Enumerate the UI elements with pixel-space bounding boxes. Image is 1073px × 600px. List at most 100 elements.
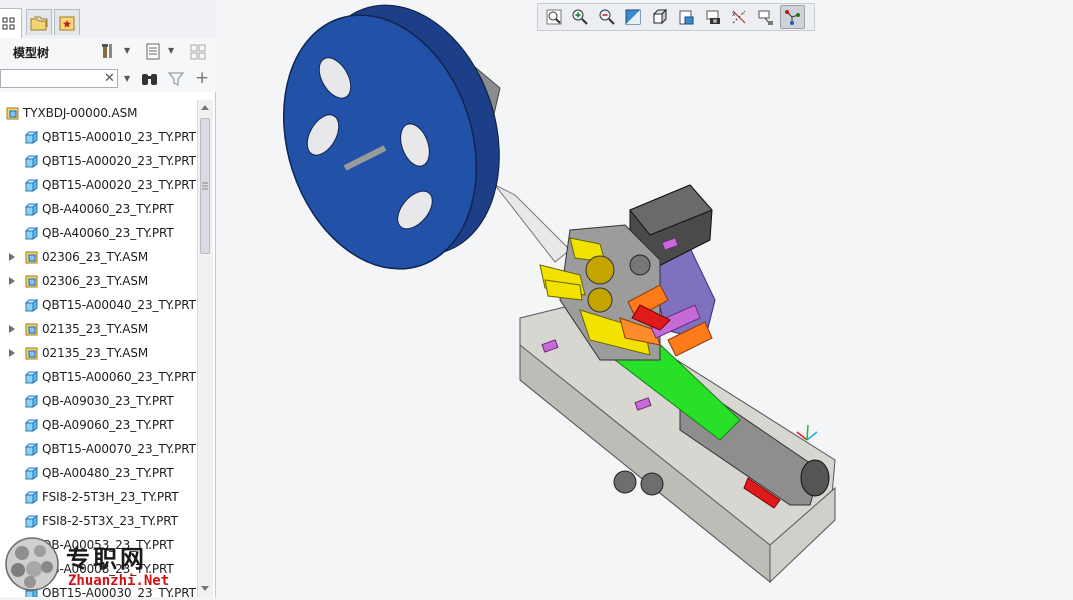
- part-icon: [25, 154, 38, 168]
- find-binoculars-icon[interactable]: [140, 70, 160, 88]
- annotation-icon: [758, 10, 773, 25]
- camera-icon: [706, 10, 720, 24]
- tree-item[interactable]: QB-A09060_23_TY.PRT: [0, 413, 196, 437]
- zoom-fit-icon: [546, 9, 561, 25]
- part-icon: [25, 418, 38, 432]
- settings-dropdown-icon[interactable]: ▼: [124, 46, 130, 55]
- gear: [629, 254, 651, 276]
- tree-item-label: FSI8-2-5T3X_23_TY.PRT: [42, 514, 178, 528]
- filter-icon[interactable]: [167, 70, 185, 88]
- svg-text:x: x: [732, 11, 736, 18]
- view-manager-button[interactable]: [700, 5, 725, 29]
- expand-arrow-icon[interactable]: [9, 349, 15, 357]
- tree-item[interactable]: QBT15-A00040_23_TY.PRT: [0, 293, 196, 317]
- folder-icon: [30, 16, 48, 30]
- part-icon: [25, 178, 38, 192]
- axis-x: [806, 431, 818, 441]
- assembly-icon: [25, 251, 38, 263]
- show-dropdown-icon[interactable]: ▼: [168, 46, 174, 55]
- part-icon: [25, 370, 38, 384]
- saved-views-icon: [679, 10, 694, 25]
- tree-item[interactable]: QBT15-A00020_23_TY.PRT: [0, 173, 196, 197]
- tree-item-label: QBT15-A00010_23_TY.PRT: [42, 130, 196, 144]
- model-tree-panel: 模型树 ▼ ▼ ✕ ▼ + TYXBDJ-00000.ASM QBT15-A000…: [0, 0, 216, 597]
- tree-item[interactable]: TYXBDJ-00000.ASM: [0, 101, 196, 125]
- axis-z: [806, 424, 809, 441]
- search-dropdown-icon[interactable]: ▼: [124, 74, 130, 83]
- gear: [585, 255, 615, 285]
- tree-item-label: 02306_23_TY.ASM: [42, 274, 149, 288]
- zoom-in-button[interactable]: [568, 5, 593, 29]
- watermark-en: Zhuanzhi.Net: [68, 573, 170, 589]
- show-list-icon[interactable]: [144, 42, 164, 62]
- tab-favorites[interactable]: [54, 9, 80, 35]
- tree-item-label: QBT15-A00060_23_TY.PRT: [42, 370, 196, 384]
- tree-item[interactable]: 02306_23_TY.ASM: [0, 245, 196, 269]
- tree-item-label: 02135_23_TY.ASM: [42, 346, 149, 360]
- tree-item[interactable]: QB-A00480_23_TY.PRT: [0, 461, 196, 485]
- part-icon: [25, 298, 38, 312]
- add-icon[interactable]: +: [195, 68, 209, 88]
- watermark-logo-icon: [5, 537, 59, 591]
- zoom-out-button[interactable]: [594, 5, 619, 29]
- part-icon: [25, 394, 38, 408]
- display-style-button[interactable]: [647, 5, 672, 29]
- datum-display-button[interactable]: x *: [727, 5, 752, 29]
- scroll-up-icon[interactable]: [201, 105, 209, 110]
- scroll-thumb[interactable]: [200, 118, 210, 254]
- watermark-cn: 专职网: [66, 544, 147, 573]
- settings-tools-icon[interactable]: [100, 42, 122, 62]
- clear-search-icon[interactable]: ✕: [104, 71, 115, 86]
- tree-scrollbar[interactable]: [197, 100, 213, 597]
- tree-item[interactable]: 02135_23_TY.ASM: [0, 341, 196, 365]
- expand-arrow-icon[interactable]: [9, 325, 15, 333]
- tree-item-label: QBT15-A00020_23_TY.PRT: [42, 178, 196, 192]
- end-roller: [800, 459, 830, 497]
- tree-item-label: QB-A40060_23_TY.PRT: [42, 226, 174, 240]
- assembly-icon: [25, 323, 38, 335]
- tree-search-input[interactable]: [0, 69, 118, 88]
- datum-icon: x *: [732, 10, 746, 24]
- part-icon: [25, 466, 38, 480]
- knob: [640, 472, 664, 496]
- tree-item[interactable]: FSI8-2-5T3H_23_TY.PRT: [0, 485, 196, 509]
- tree-toolbar: 模型树 ▼ ▼: [0, 38, 216, 66]
- tree-item-label: QB-A09060_23_TY.PRT: [42, 418, 174, 432]
- tree-item[interactable]: 02306_23_TY.ASM: [0, 269, 196, 293]
- annotation-display-button[interactable]: [753, 5, 778, 29]
- model-tree-tab-icon: [2, 17, 15, 29]
- tree-item[interactable]: QBT15-A00070_23_TY.PRT: [0, 437, 196, 461]
- tab-folder-browser[interactable]: [26, 9, 52, 35]
- favorites-icon: [59, 16, 75, 30]
- tree-item[interactable]: FSI8-2-5T3X_23_TY.PRT: [0, 509, 196, 533]
- repaint-button[interactable]: [621, 5, 646, 29]
- expand-arrow-icon[interactable]: [9, 253, 15, 261]
- tree-item[interactable]: QBT15-A00060_23_TY.PRT: [0, 365, 196, 389]
- gear: [587, 287, 613, 313]
- tree-item[interactable]: QB-A40060_23_TY.PRT: [0, 221, 196, 245]
- tree-item-label: QBT15-A00070_23_TY.PRT: [42, 442, 196, 456]
- tree-item[interactable]: 02135_23_TY.ASM: [0, 317, 196, 341]
- assembly-icon: [25, 347, 38, 359]
- part-icon: [25, 226, 38, 240]
- assembly-3d-model: [282, 4, 836, 584]
- spin-center-button[interactable]: [779, 5, 805, 29]
- tree-item[interactable]: QBT15-A00010_23_TY.PRT: [0, 125, 196, 149]
- tree-item[interactable]: QB-A09030_23_TY.PRT: [0, 389, 196, 413]
- tree-item[interactable]: QB-A40060_23_TY.PRT: [0, 197, 196, 221]
- repaint-icon: [625, 9, 641, 25]
- saved-views-button[interactable]: [674, 5, 699, 29]
- tree-search-row: ✕ ▼ +: [0, 66, 216, 92]
- tree-item[interactable]: QBT15-A00020_23_TY.PRT: [0, 149, 196, 173]
- layer-tree-icon[interactable]: [188, 42, 210, 62]
- tab-model-tree[interactable]: [0, 8, 22, 38]
- expand-arrow-icon[interactable]: [9, 277, 15, 285]
- refit-button[interactable]: [541, 5, 566, 29]
- part-icon: [25, 442, 38, 456]
- zoom-out-icon: [599, 9, 615, 25]
- part-icon: [25, 490, 38, 504]
- cube-icon: [652, 8, 667, 25]
- grip-icon: [202, 182, 208, 190]
- graphics-viewport[interactable]: [216, 0, 1073, 597]
- tree-item-label: TYXBDJ-00000.ASM: [23, 106, 138, 120]
